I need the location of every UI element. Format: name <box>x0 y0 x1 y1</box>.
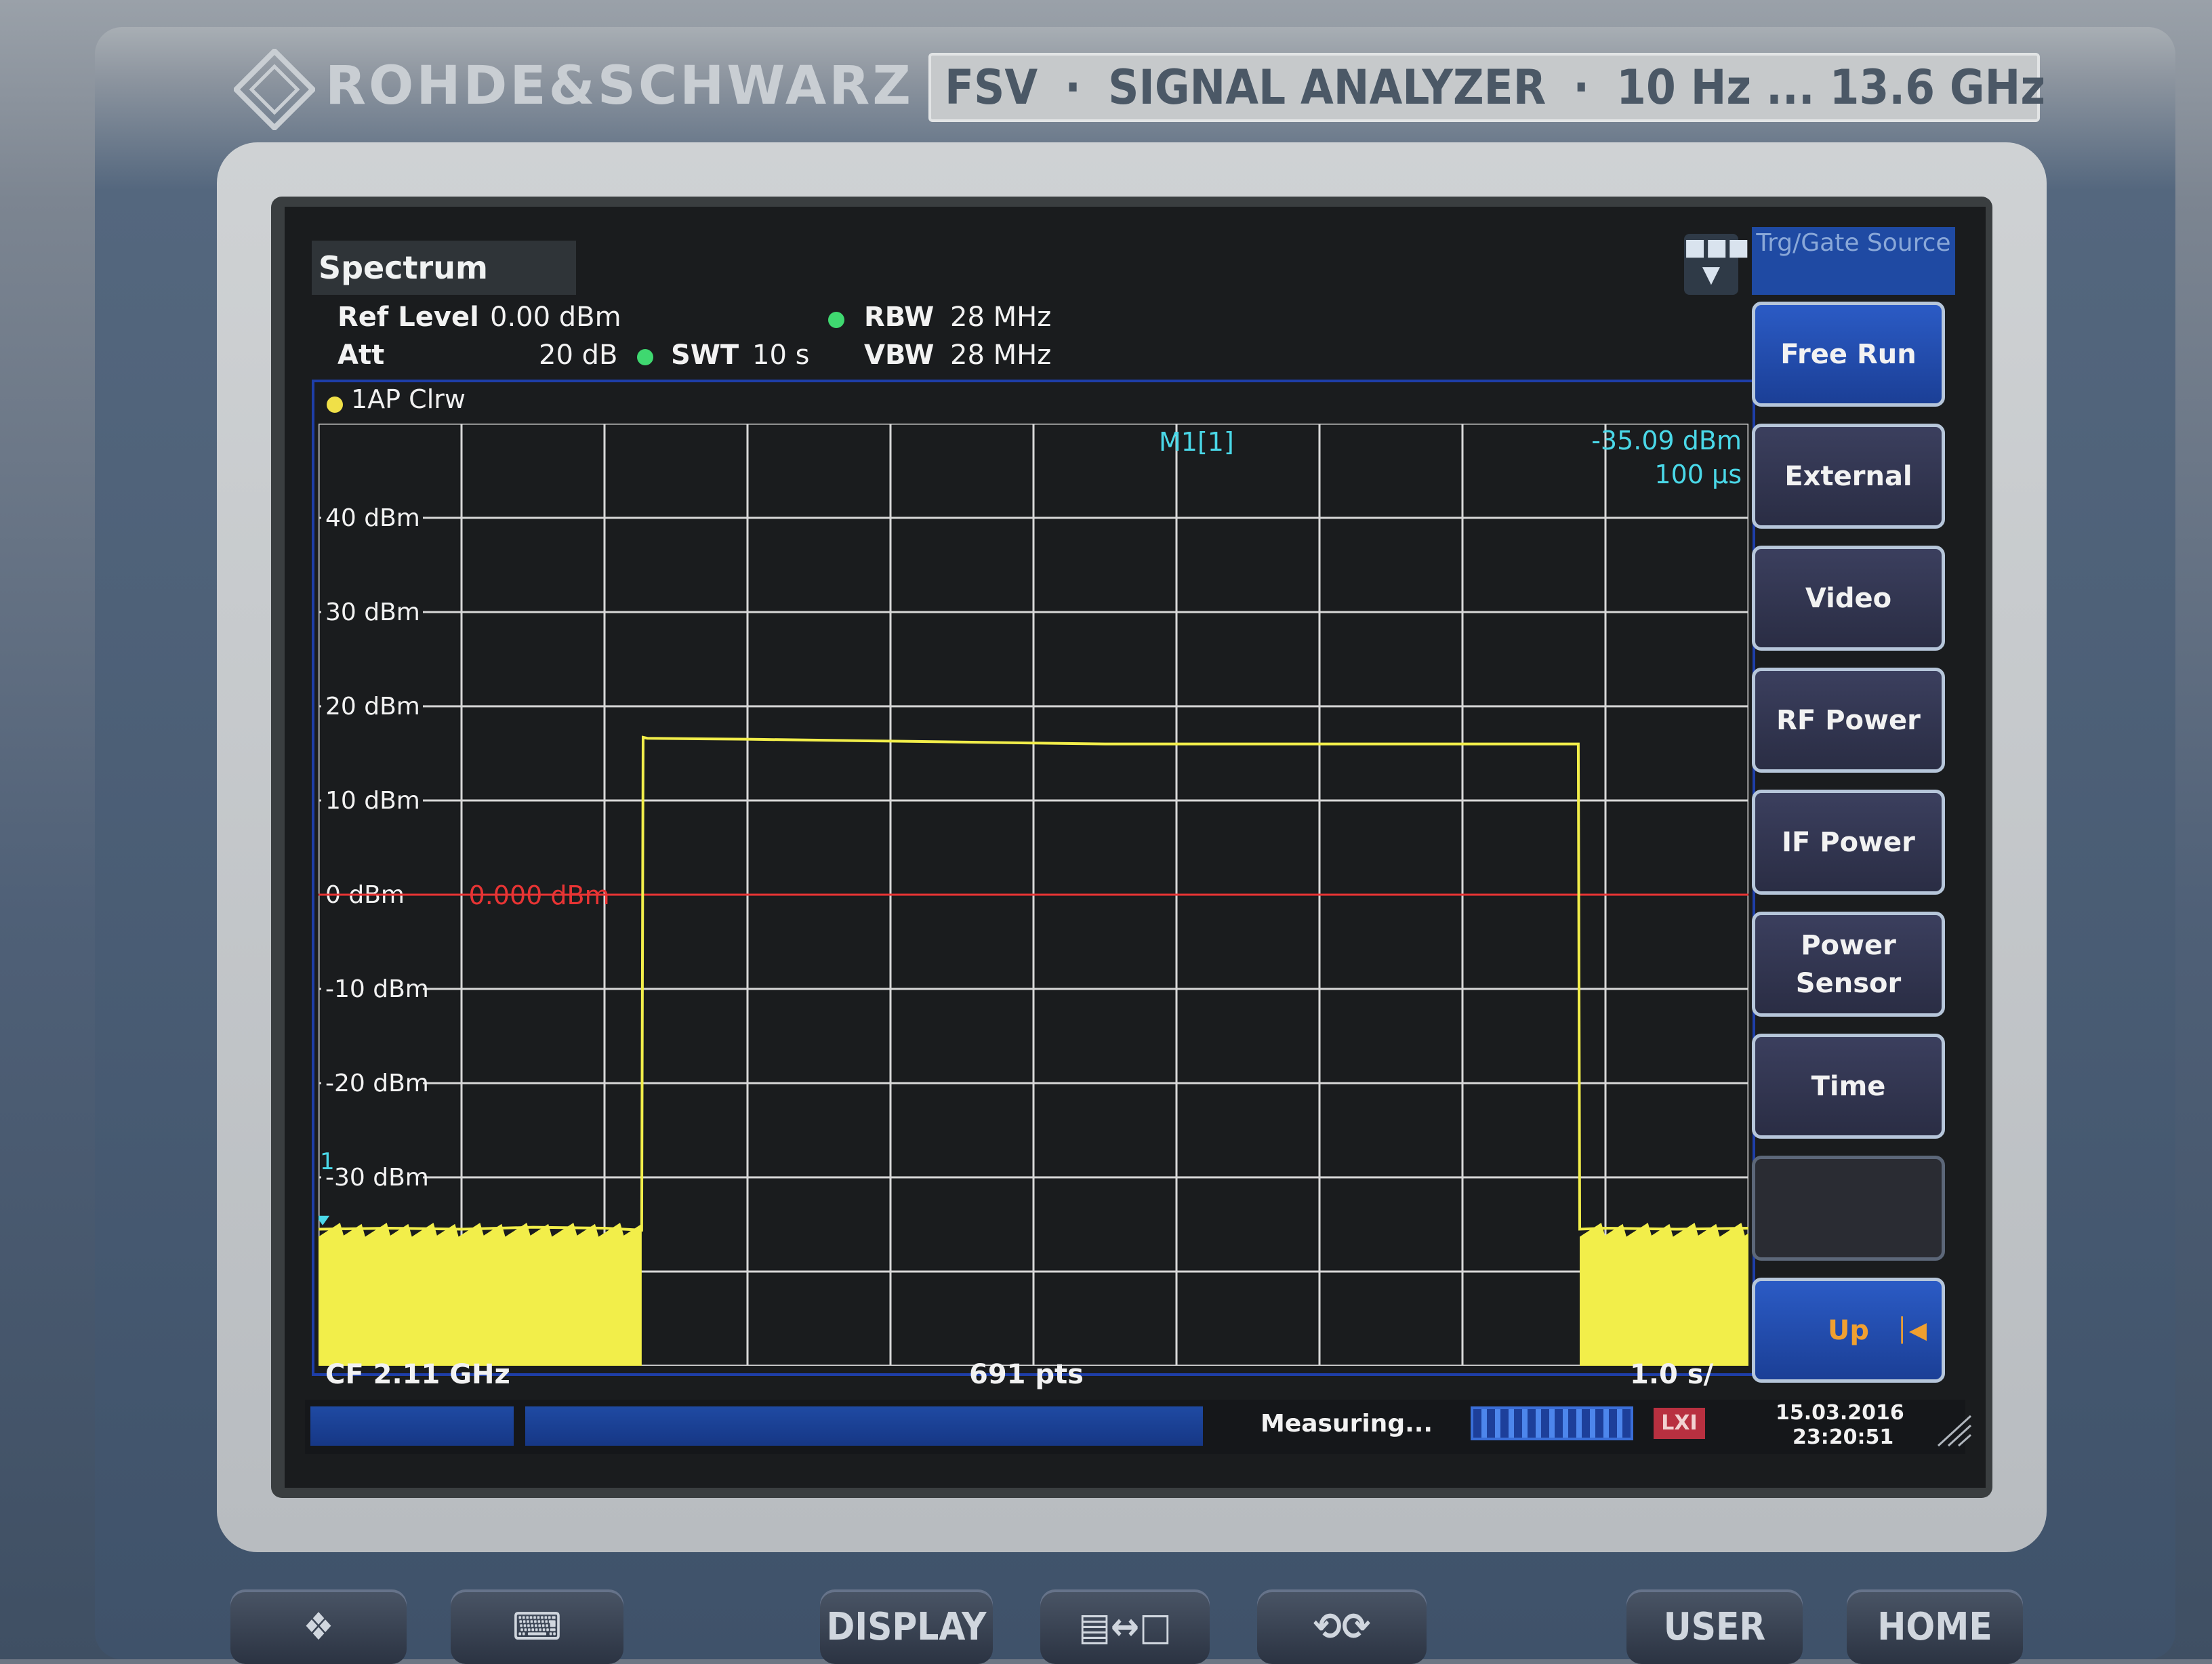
header-menu-button[interactable]: ■■■ ▼ <box>1684 234 1749 295</box>
brand-name: ROHDE&SCHWARZ <box>325 56 914 117</box>
softkey-rf-power[interactable]: RF Power <box>1752 668 1945 773</box>
trace-noise-fill <box>1580 1223 1748 1366</box>
keyboard-key[interactable]: ⌨ <box>451 1589 623 1664</box>
status-bar: Measuring... LXI 15.03.2016 23:20:51 <box>305 1400 1972 1454</box>
swt-value: 10 s <box>752 340 810 371</box>
y-tick-label: -20 dBm <box>325 1070 429 1097</box>
marker-level: -35.09 dBm <box>1591 426 1742 455</box>
progress-bar <box>1471 1406 1633 1440</box>
rbw-label: RBW <box>864 302 935 333</box>
model-separator: · <box>1065 60 1082 115</box>
model-range: 10 Hz ... 13.6 GHz <box>1616 60 2045 115</box>
ref-level-label: Ref Level <box>337 302 479 333</box>
windows-key[interactable]: ❖ <box>230 1589 407 1664</box>
softkey-empty[interactable] <box>1752 1156 1945 1261</box>
undo-redo-key[interactable]: ⟲⟳ <box>1257 1589 1427 1664</box>
softkey-power-sensor[interactable]: Power Sensor <box>1752 912 1945 1017</box>
undo-redo-icon: ⟲⟳ <box>1313 1604 1371 1649</box>
analyzer-screen: Spectrum Ref Level 0.00 dBm Att 20 dB SW… <box>285 207 1986 1488</box>
status-date: 15.03.2016 <box>1776 1401 1904 1425</box>
model-name: FSV <box>945 60 1038 115</box>
y-tick-label: 40 dBm <box>325 504 420 532</box>
marker-time: 100 µs <box>1654 460 1742 489</box>
softkey-up[interactable]: Up │◀ <box>1752 1278 1945 1383</box>
split-screen-key[interactable]: ▤↔□ <box>1040 1589 1210 1664</box>
y-tick-label: -10 dBm <box>325 975 429 1003</box>
reference-level-label: 0.000 dBm <box>469 880 610 910</box>
resize-grip-icon <box>1937 1415 1972 1447</box>
swt-label: SWT <box>671 340 739 371</box>
rbw-value: 28 MHz <box>950 302 1052 333</box>
model-type: SIGNAL ANALYZER <box>1108 60 1547 115</box>
y-tick-label: 30 dBm <box>325 598 420 626</box>
user-key[interactable]: USER <box>1626 1589 1803 1664</box>
y-tick-label: -30 dBm <box>325 1164 429 1192</box>
center-frequency-label: CF 2.11 GHz <box>325 1359 510 1390</box>
display-key[interactable]: DISPLAY <box>820 1589 993 1664</box>
softkey-video[interactable]: Video <box>1752 546 1945 651</box>
chevron-left-icon: │◀ <box>1895 1316 1927 1344</box>
att-label: Att <box>337 340 385 371</box>
split-screen-icon: ▤↔□ <box>1078 1604 1172 1649</box>
model-plate: FSV · SIGNAL ANALYZER · 10 Hz ... 13.6 G… <box>928 53 2045 122</box>
swt-status-dot <box>637 349 653 365</box>
model-separator: · <box>1573 60 1590 115</box>
more-icon: ■■■ <box>1684 234 1750 261</box>
vbw-label: VBW <box>864 340 935 371</box>
trace-label: 1AP Clrw <box>351 384 466 414</box>
sweep-time-per-division-label: 1.0 s/ <box>1630 1359 1714 1390</box>
softkey-time[interactable]: Time <box>1752 1034 1945 1139</box>
spectrum-plot: 40 dBm30 dBm20 dBm10 dBm0 dBm-10 dBm-20 … <box>319 424 1748 1366</box>
rbw-status-dot <box>828 312 844 328</box>
keyboard-icon: ⌨ <box>512 1604 562 1649</box>
softkey-up-label: Up <box>1827 1314 1870 1346</box>
status-time: 23:20:51 <box>1793 1425 1894 1449</box>
softkey-free-run[interactable]: Free Run <box>1752 302 1945 407</box>
softkey-external[interactable]: External <box>1752 424 1945 529</box>
sweep-points-label: 691 pts <box>969 1359 1084 1390</box>
att-value: 20 dB <box>539 340 618 371</box>
marker-triangle <box>319 1215 330 1225</box>
y-tick-label: 10 dBm <box>325 787 420 815</box>
tab-spectrum[interactable]: Spectrum <box>312 241 576 295</box>
softkey-menu-title: Trg/Gate Source <box>1752 227 1955 295</box>
status-message: Measuring... <box>1261 1410 1433 1438</box>
trace-noise-fill <box>319 1223 642 1366</box>
status-segment <box>525 1406 1203 1446</box>
home-key[interactable]: HOME <box>1847 1589 2023 1664</box>
trace-indicator-dot <box>327 397 343 413</box>
lxi-indicator-icon: LXI <box>1654 1408 1705 1439</box>
windows-icon: ❖ <box>303 1604 334 1649</box>
y-tick-label: 20 dBm <box>325 693 420 721</box>
marker-number: 1 <box>320 1148 335 1175</box>
status-segment <box>310 1406 514 1446</box>
ref-level-value: 0.00 dBm <box>490 302 621 333</box>
softkey-if-power[interactable]: IF Power <box>1752 790 1945 895</box>
marker-label: M1[1] <box>1159 427 1234 457</box>
rohde-schwarz-logo-icon <box>234 49 315 130</box>
chevron-down-icon: ▼ <box>1702 261 1721 288</box>
vbw-value: 28 MHz <box>950 340 1052 371</box>
